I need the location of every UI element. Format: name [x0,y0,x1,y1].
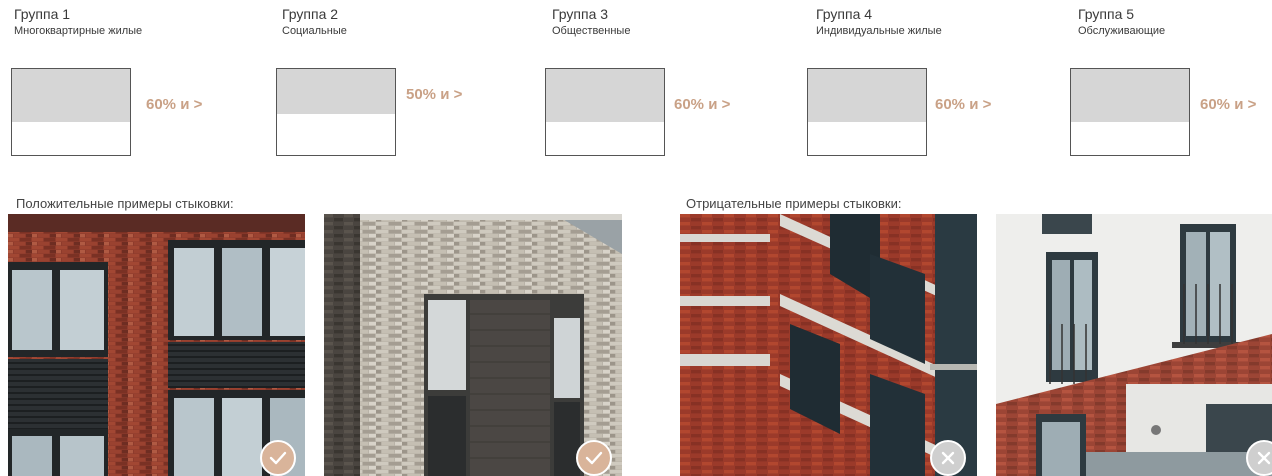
group-subtitle: Общественные [552,25,631,37]
group-4-percent: 60% и > [935,96,992,113]
group-2: Группа 2 Социальные [282,6,347,38]
group-1-diagram [11,68,131,156]
negative-example-photo-2 [996,214,1272,476]
group-2-percent: 50% и > [406,86,463,103]
group-1: Группа 1 Многоквартирные жилые [14,6,142,38]
group-5-diagram [1070,68,1190,156]
group-title: Группа 3 [552,6,609,22]
group-4: Группа 4 Индивидуальные жилые [816,6,942,38]
group-title: Группа 2 [282,6,339,22]
diagram-fill [1071,69,1189,123]
group-subtitle: Социальные [282,25,347,37]
diagram-fill [808,69,926,123]
group-1-percent: 60% и > [146,96,203,113]
group-title: Группа 1 [14,6,71,22]
group-subtitle: Обслуживающие [1078,25,1166,37]
cross-icon [930,440,966,476]
positive-example-photo-1 [8,214,305,476]
group-3-diagram [545,68,665,156]
group-subtitle: Многоквартирные жилые [14,25,143,37]
diagram-fill [12,69,130,123]
group-subtitle: Индивидуальные жилые [816,25,942,37]
diagram-fill [546,69,664,123]
check-icon [576,440,612,476]
group-title: Группа 5 [1078,6,1135,22]
group-title: Группа 4 [816,6,873,22]
negative-example-photo-1 [680,214,977,476]
group-3: Группа 3 Общественные [552,6,630,38]
group-3-percent: 60% и > [674,96,731,113]
positive-example-photo-2 [324,214,622,476]
group-2-diagram [276,68,396,156]
negative-examples-label: Отрицательные примеры стыковки: [686,196,902,211]
group-5-percent: 60% и > [1200,96,1257,113]
group-5: Группа 5 Обслуживающие [1078,6,1165,38]
group-4-diagram [807,68,927,156]
check-icon [260,440,296,476]
positive-examples-label: Положительные примеры стыковки: [16,196,234,211]
diagram-fill [277,69,395,114]
